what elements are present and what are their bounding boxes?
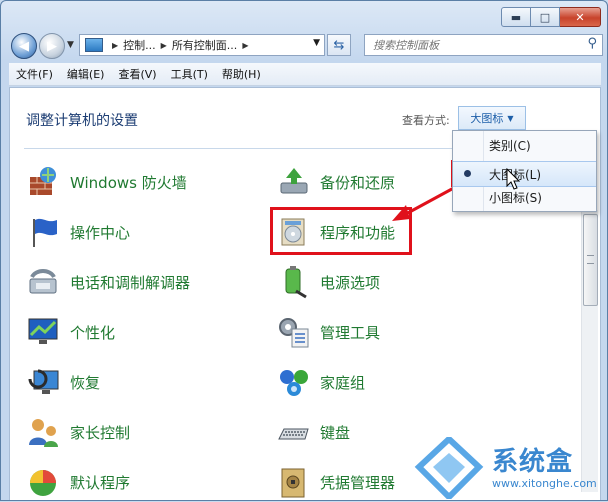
menu-item-category[interactable]: 类别(C) <box>453 133 596 157</box>
watermark-url: www.xitonghe.com <box>492 477 597 490</box>
mouse-cursor-icon <box>506 168 520 190</box>
menu-item-small-icons[interactable]: 小图标(S) <box>453 185 596 209</box>
menu-item-large-icons[interactable]: 大图标(L) <box>453 161 596 187</box>
annotation-arrow-icon <box>392 175 475 221</box>
watermark-logo-icon <box>414 434 484 502</box>
watermark: 系统盒 www.xitonghe.com <box>414 434 604 502</box>
radio-bullet-icon <box>464 170 471 177</box>
view-by-dropdown-menu: 类别(C) 大图标(L) 小图标(S) <box>452 130 597 212</box>
watermark-name: 系统盒 <box>492 447 574 477</box>
